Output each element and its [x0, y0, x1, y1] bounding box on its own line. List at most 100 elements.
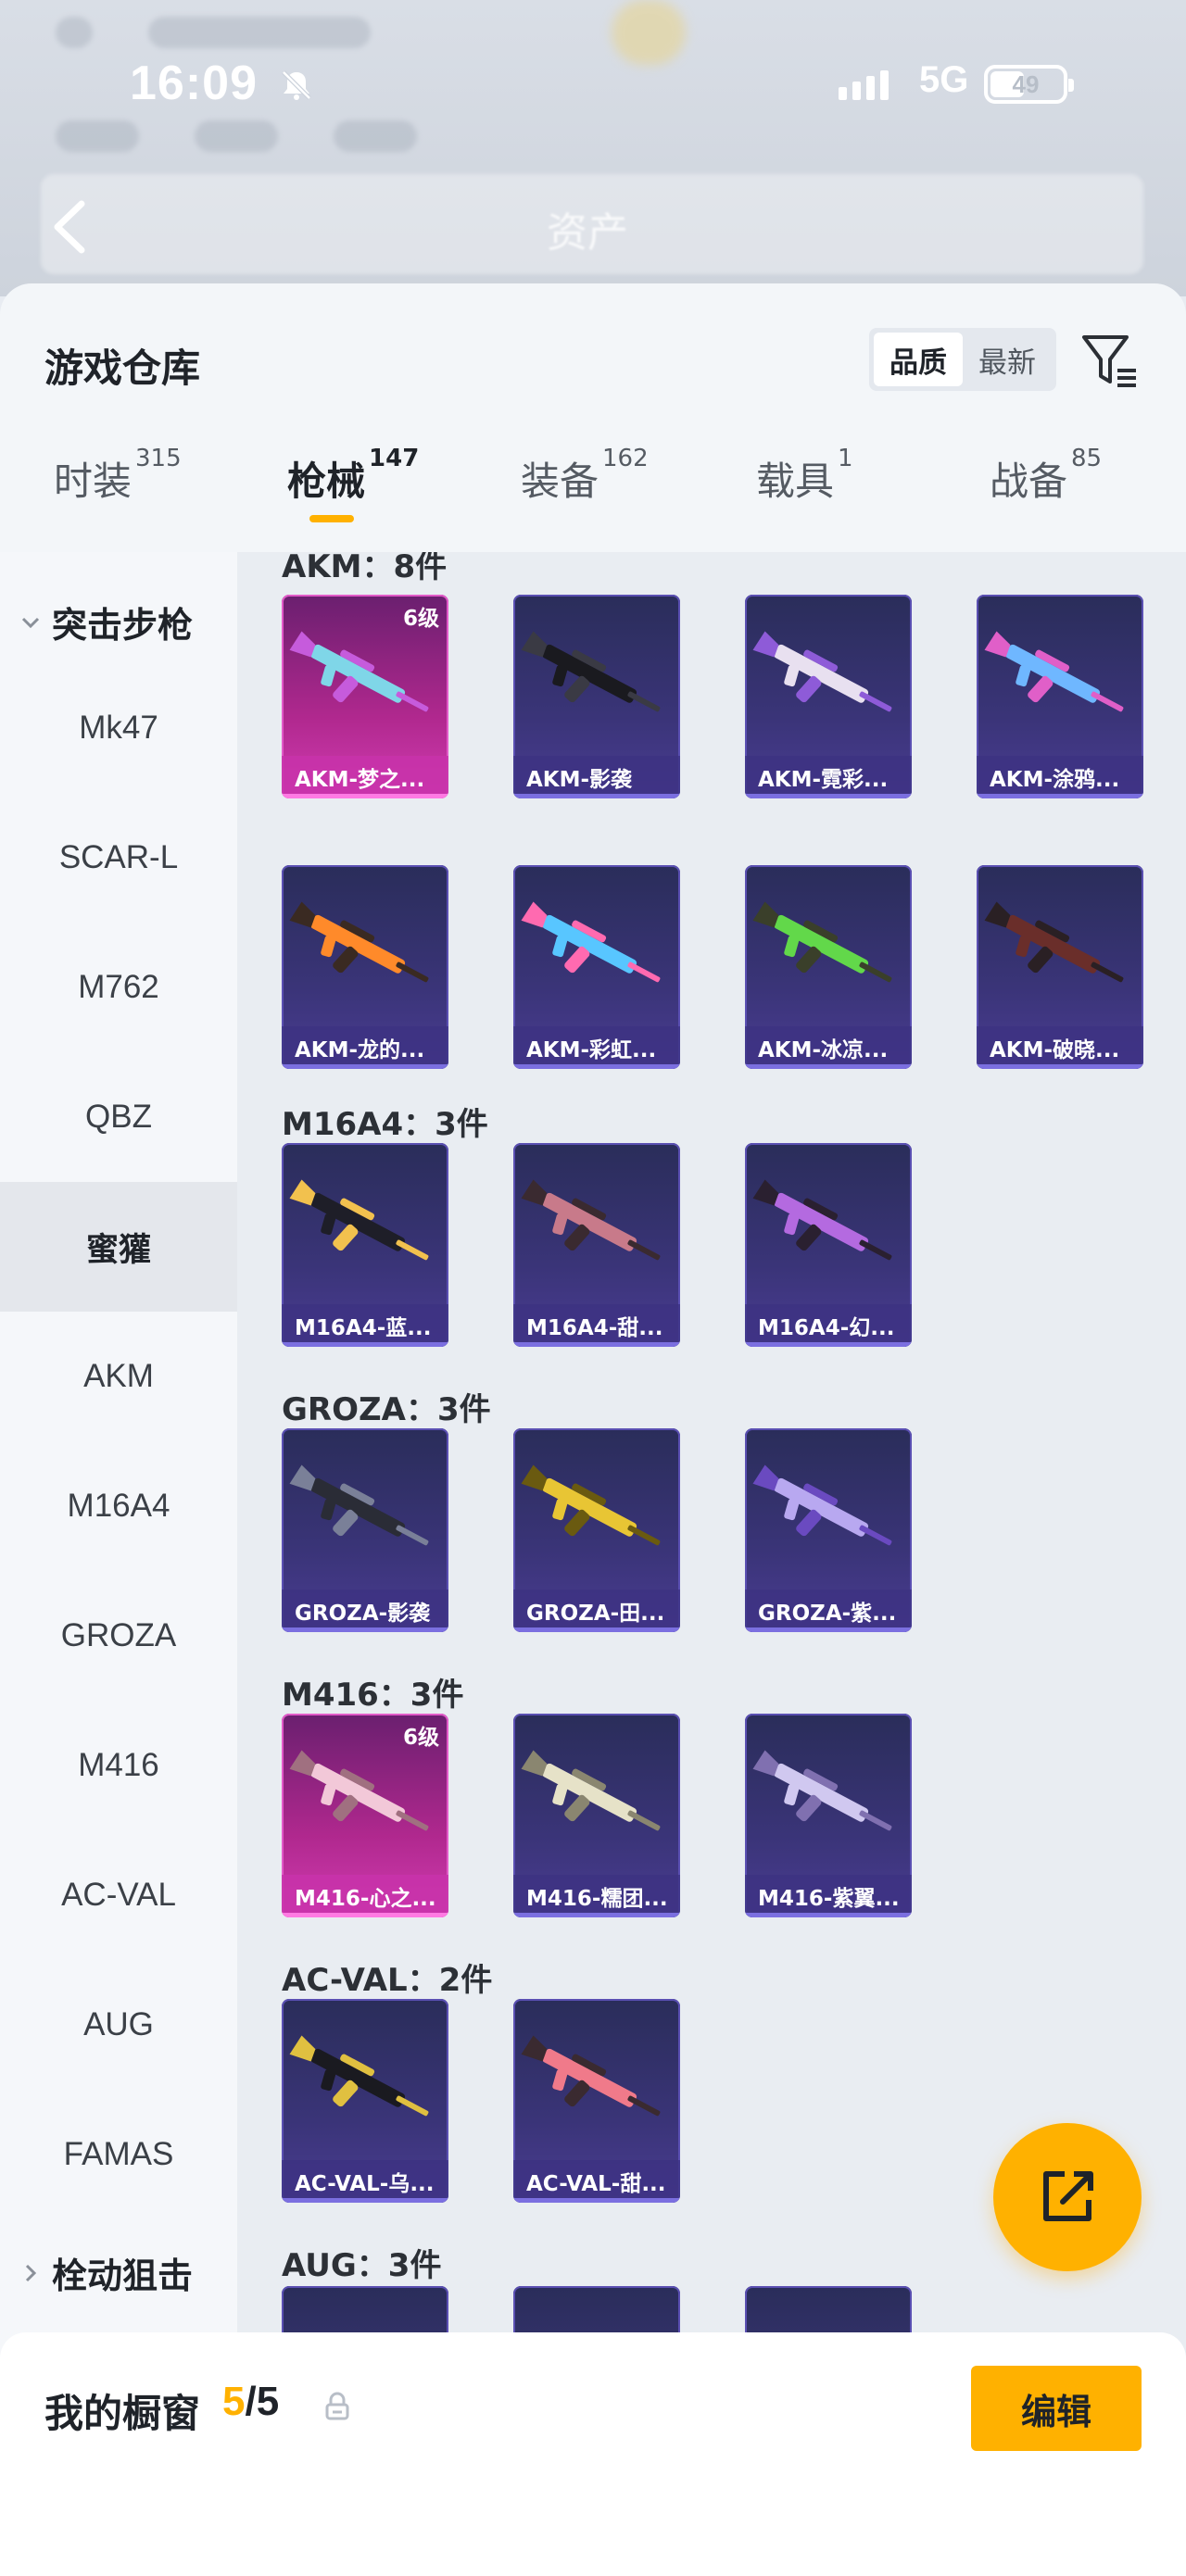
- tab-count: 147: [369, 445, 420, 472]
- tab-label: 载具: [756, 459, 835, 504]
- weapon-skin-name: AKM-梦之...: [282, 756, 448, 798]
- rifle-skin-icon: [752, 1464, 892, 1546]
- rifle-skin-icon: [752, 1179, 892, 1261]
- weapon-skin-name: M416-糯团...: [513, 1875, 680, 1917]
- weapon-skin-card[interactable]: AKM-龙的...: [282, 865, 448, 1069]
- weapon-skin-card[interactable]: AKM-影袭: [513, 595, 680, 798]
- weapon-skin-name: AKM-龙的...: [282, 1026, 448, 1069]
- network-type: 5G: [919, 59, 969, 100]
- section-title: AKM：8件: [282, 552, 448, 585]
- sidebar-item-m16a4[interactable]: M16A4: [0, 1441, 237, 1571]
- back-arrow-icon[interactable]: [44, 195, 96, 259]
- sidebar-item-scar-l[interactable]: SCAR-L: [0, 793, 237, 923]
- category-tabs: 时装 315 枪械 147 装备 162 载具 1 战备 85: [0, 445, 1186, 547]
- sidebar-item-akm[interactable]: AKM: [0, 1312, 237, 1441]
- rifle-skin-icon: [521, 1464, 661, 1546]
- tab-count: 1: [838, 445, 853, 472]
- weapon-skin-card[interactable]: AKM-冰凉...: [745, 865, 912, 1069]
- weapon-skin-card[interactable]: AC-VAL-甜...: [513, 1999, 680, 2203]
- weapon-skin-card[interactable]: AKM-涂鸦...: [977, 595, 1143, 798]
- tab-equipment[interactable]: 装备 162: [521, 445, 649, 547]
- page-title: 资产: [547, 209, 628, 257]
- showcase-bar: 我的橱窗 5/5 编辑: [0, 2332, 1186, 2576]
- tab-count: 85: [1071, 445, 1103, 472]
- weapon-skin-card[interactable]: M16A4-蓝...: [282, 1143, 448, 1347]
- rifle-skin-icon: [984, 901, 1124, 983]
- sort-quality-button[interactable]: 品质: [874, 333, 963, 386]
- weapon-skin-card[interactable]: GROZA-田...: [513, 1428, 680, 1632]
- weapon-skin-name: M416-心之...: [282, 1875, 448, 1917]
- sidebar-item-qbz[interactable]: QBZ: [0, 1052, 237, 1182]
- weapon-sidebar: 突击步枪 Mk47 SCAR-L M762 QBZ 蜜獾 AKM M16A4 G…: [0, 552, 237, 2576]
- sort-newest-button[interactable]: 最新: [963, 333, 1052, 386]
- tab-label: 装备: [521, 459, 599, 504]
- section-title: AC-VAL：2件: [282, 1962, 493, 1999]
- weapon-skin-card[interactable]: GROZA-影袭: [282, 1428, 448, 1632]
- rifle-skin-icon: [289, 1750, 429, 1831]
- weapon-skin-card[interactable]: AKM-霓彩...: [745, 595, 912, 798]
- chevron-right-icon: [25, 2264, 37, 2281]
- rifle-skin-icon: [289, 1464, 429, 1546]
- sidebar-item-famas[interactable]: FAMAS: [0, 2090, 237, 2219]
- weapon-skin-card[interactable]: M416-糯团...: [513, 1714, 680, 1917]
- rifle-skin-icon: [289, 901, 429, 983]
- blurred-stats-row: [56, 120, 1130, 176]
- weapon-skin-name: AKM-破晓...: [977, 1026, 1143, 1069]
- sidebar-item-honey-badger[interactable]: 蜜獾: [0, 1182, 237, 1312]
- rifle-skin-icon: [521, 901, 661, 983]
- sidebar-category-bolt-snipers[interactable]: 栓动狙击: [20, 2247, 193, 2298]
- showcase-total: 5: [256, 2379, 280, 2424]
- tab-label: 战备: [990, 459, 1068, 504]
- showcase-count: 5/5: [222, 2379, 280, 2424]
- weapon-skin-name: M16A4-蓝...: [282, 1304, 448, 1347]
- weapon-skin-card[interactable]: M416-紫翼...: [745, 1714, 912, 1917]
- tab-vehicles[interactable]: 载具 1: [756, 445, 853, 547]
- rifle-skin-icon: [289, 631, 429, 712]
- sidebar-item-mk47[interactable]: Mk47: [0, 663, 237, 793]
- share-button[interactable]: [993, 2123, 1142, 2271]
- share-export-icon: [1043, 2171, 1093, 2221]
- active-tab-indicator: [309, 515, 354, 522]
- sidebar-item-m762[interactable]: M762: [0, 923, 237, 1052]
- sidebar-item-m416[interactable]: M416: [0, 1701, 237, 1830]
- rifle-skin-icon: [752, 901, 892, 983]
- weapon-skin-name: AC-VAL-乌...: [282, 2160, 448, 2203]
- weapon-skin-name: GROZA-影袭: [282, 1590, 448, 1632]
- weapon-skin-name: AC-VAL-甜...: [513, 2160, 680, 2203]
- weapon-skin-card[interactable]: M16A4-甜...: [513, 1143, 680, 1347]
- signal-icon: [839, 70, 889, 100]
- weapon-skin-card[interactable]: GROZA-紫...: [745, 1428, 912, 1632]
- sidebar-item-groza[interactable]: GROZA: [0, 1571, 237, 1701]
- showcase-label: 我的橱窗: [44, 2391, 201, 2436]
- weapon-skin-name: M16A4-幻...: [745, 1304, 912, 1347]
- weapon-skin-card[interactable]: M16A4-幻...: [745, 1143, 912, 1347]
- sheet-title: 游戏仓库: [44, 346, 201, 391]
- rifle-skin-icon: [521, 2035, 661, 2117]
- rifle-skin-icon: [984, 631, 1124, 712]
- tab-fashion[interactable]: 时装 315: [54, 445, 182, 547]
- weapon-skin-card[interactable]: AKM-破晓...: [977, 865, 1143, 1069]
- rifle-skin-icon: [521, 631, 661, 712]
- edit-button[interactable]: 编辑: [971, 2366, 1142, 2451]
- tab-firearms[interactable]: 枪械 147: [287, 445, 419, 547]
- weapon-skin-name: GROZA-田...: [513, 1590, 680, 1632]
- sidebar-category-assault-rifles[interactable]: 突击步枪: [20, 597, 193, 647]
- rifle-skin-icon: [289, 1179, 429, 1261]
- tab-label: 时装: [54, 459, 132, 504]
- weapon-skin-card[interactable]: 6级 M416-心之...: [282, 1714, 448, 1917]
- weapon-skin-card[interactable]: AKM-彩虹...: [513, 865, 680, 1069]
- tab-supplies[interactable]: 战备 85: [990, 445, 1102, 547]
- filter-icon[interactable]: [1079, 330, 1142, 393]
- weapon-skin-card[interactable]: 6级 AKM-梦之...: [282, 595, 448, 798]
- warehouse-sheet: 游戏仓库 品质 最新 时装 315 枪械 147 装备 162 载具 1 战备 85 突击…: [0, 283, 1186, 2576]
- sidebar-item-aug[interactable]: AUG: [0, 1960, 237, 2090]
- blurred-flame-icon: [612, 0, 686, 65]
- weapon-skin-card[interactable]: AC-VAL-乌...: [282, 1999, 448, 2203]
- sort-toggle: 品质 最新: [869, 328, 1056, 391]
- section-title: M416：3件: [282, 1677, 464, 1714]
- weapon-skin-name: GROZA-紫...: [745, 1590, 912, 1632]
- weapon-skin-name: AKM-霓彩...: [745, 756, 912, 798]
- blurred-header: 16:09 5G 49 资产: [0, 0, 1186, 296]
- sidebar-item-ac-val[interactable]: AC-VAL: [0, 1830, 237, 1960]
- weapon-skin-name: AKM-涂鸦...: [977, 756, 1143, 798]
